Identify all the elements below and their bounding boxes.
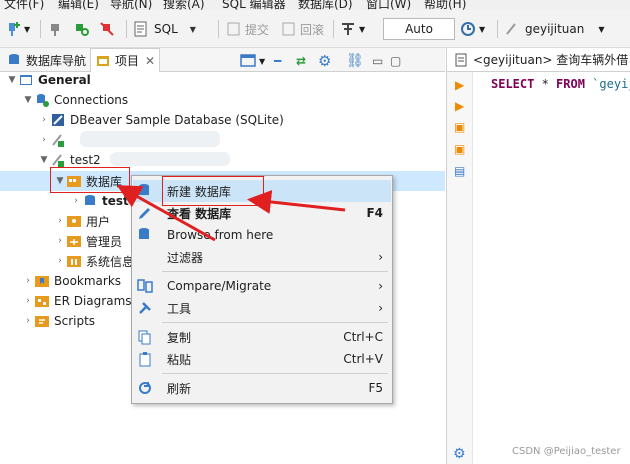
watermark: CSDN @Peijiao_tester: [512, 446, 621, 457]
annotation-arrows: [116, 185, 346, 242]
